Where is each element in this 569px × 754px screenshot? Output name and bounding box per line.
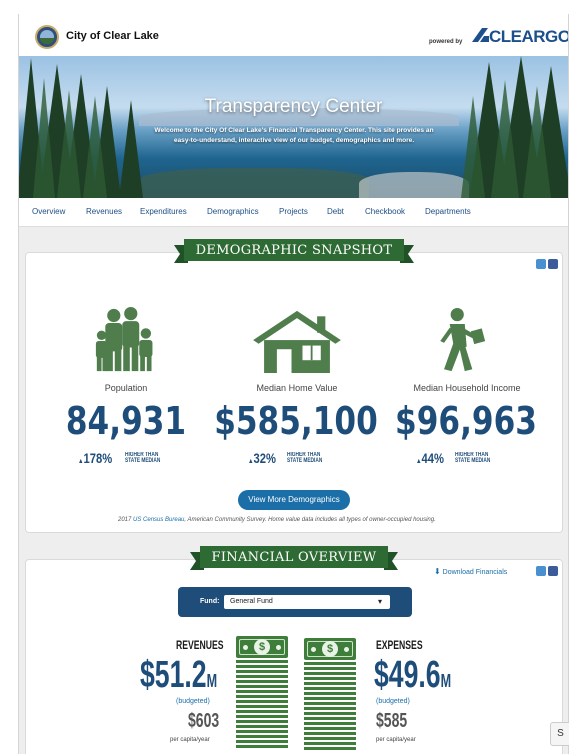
revenues-budgeted-label: (budgeted) <box>176 698 210 705</box>
revenues-value: $51.2M <box>140 654 218 696</box>
revenues-per-capita-label: per capita/year <box>170 737 210 743</box>
household-income-label: Median Household Income <box>413 383 521 393</box>
powered-by-label: powered by <box>429 39 463 45</box>
hero-banner: Transparency Center Welcome to the City … <box>19 56 568 198</box>
population-pct: 178% <box>83 449 113 466</box>
expenses-per-capita: $585 <box>376 710 408 732</box>
family-icon <box>95 307 153 372</box>
view-more-demographics-button[interactable]: View More Demographics <box>238 490 350 510</box>
home-value-pct: 32% <box>253 449 276 466</box>
fund-select-value: General Fund <box>230 598 273 605</box>
expenses-value: $49.6M <box>374 654 452 696</box>
revenues-per-capita: $603 <box>188 710 220 732</box>
population-note: HIGHER THAN STATE MEDIAN <box>125 451 161 464</box>
financial-banner: FINANCIAL OVERVIEW <box>190 546 398 572</box>
hero-title: Transparency Center <box>204 96 383 117</box>
home-value-value: $585,100 <box>214 399 378 443</box>
nav-demographics[interactable]: Demographics <box>207 207 259 216</box>
demographic-snapshot-card: DEMOGRAPHIC SNAPSHOT Population Median H… <box>25 239 563 533</box>
demographic-banner: DEMOGRAPHIC SNAPSHOT <box>174 239 414 265</box>
city-seal-logo[interactable] <box>35 25 59 49</box>
household-income-comparison: ▲44% HIGHER THAN STATE MEDIAN <box>416 449 505 467</box>
house-icon <box>253 310 341 373</box>
fund-label: Fund: <box>200 598 220 605</box>
nav-debt[interactable]: Debt <box>327 207 344 216</box>
hero-subtitle: Welcome to the City Of Clear Lake's Fina… <box>154 127 434 144</box>
financial-banner-text: FINANCIAL OVERVIEW <box>211 550 377 565</box>
cleargov-brand[interactable]: CLEARGOV <box>489 27 568 47</box>
facebook-share-icon[interactable] <box>548 566 558 576</box>
nav-projects[interactable]: Projects <box>279 207 308 216</box>
pine-trees-image <box>19 58 143 198</box>
nav-expenditures[interactable]: Expenditures <box>140 207 187 216</box>
cleargov-logo-icon <box>472 28 489 42</box>
main-nav: Overview Revenues Expenditures Demograph… <box>19 198 568 227</box>
top-bar: City of Clear Lake powered by CLEARGOV <box>19 14 568 56</box>
census-bureau-link[interactable]: US Census Bureau <box>133 517 184 523</box>
download-icon: ⬇ <box>434 567 441 576</box>
population-value: 84,931 <box>65 399 187 443</box>
population-comparison: ▲178% HIGHER THAN STATE MEDIAN <box>78 449 175 467</box>
chevron-down-icon: ▾ <box>377 597 382 606</box>
walking-person-icon <box>440 307 486 372</box>
expenses-per-capita-label: per capita/year <box>376 737 416 743</box>
household-income-pct: 44% <box>421 449 444 466</box>
financial-overview-card: FINANCIAL OVERVIEW ⬇ Download Financials… <box>25 546 563 754</box>
household-income-value: $96,963 <box>395 399 537 443</box>
demographic-banner-text: DEMOGRAPHIC SNAPSHOT <box>195 243 393 258</box>
census-source-note: 2017 US Census Bureau, American Communit… <box>118 517 436 523</box>
page-frame: City of Clear Lake powered by CLEARGOV <box>18 14 569 754</box>
facebook-share-icon[interactable] <box>548 259 558 269</box>
home-value-note: HIGHER THAN STATE MEDIAN <box>287 451 323 464</box>
revenues-heading: REVENUES <box>176 638 224 652</box>
fund-select[interactable]: General Fund ▾ <box>224 595 390 609</box>
home-value-label: Median Home Value <box>256 383 338 393</box>
expenses-budgeted-label: (budgeted) <box>376 698 410 705</box>
fund-selector-bar: Fund: General Fund ▾ <box>178 587 412 617</box>
nav-checkbook[interactable]: Checkbook <box>365 207 405 216</box>
home-value-comparison: ▲32% HIGHER THAN STATE MEDIAN <box>248 449 337 467</box>
nav-departments[interactable]: Departments <box>425 207 471 216</box>
population-label: Population <box>104 383 148 393</box>
expenses-heading: EXPENSES <box>376 638 423 652</box>
twitter-share-icon[interactable] <box>536 566 546 576</box>
download-financials-link[interactable]: ⬇ Download Financials <box>434 567 507 576</box>
side-tab[interactable]: S <box>550 722 569 746</box>
household-income-note: HIGHER THAN STATE MEDIAN <box>455 451 491 464</box>
twitter-share-icon[interactable] <box>536 259 546 269</box>
pine-trees-right-image <box>461 56 568 198</box>
nav-overview[interactable]: Overview <box>32 207 65 216</box>
city-name[interactable]: City of Clear Lake <box>66 30 159 42</box>
nav-revenues[interactable]: Revenues <box>86 207 122 216</box>
